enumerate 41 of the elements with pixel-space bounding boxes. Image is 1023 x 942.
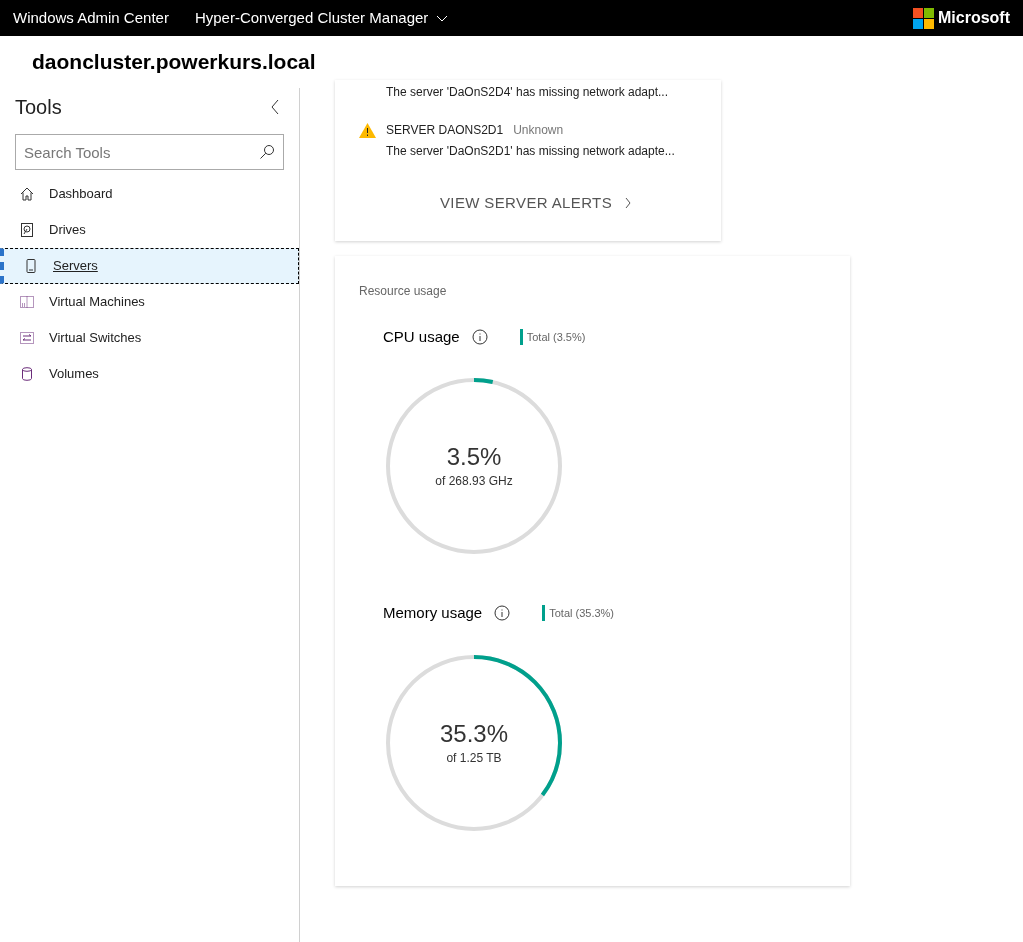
search-icon[interactable] — [259, 144, 275, 160]
sidebar-title: Tools — [15, 95, 62, 120]
warning-icon — [359, 123, 376, 138]
info-icon[interactable] — [494, 605, 511, 622]
server-icon — [23, 258, 39, 274]
gauge-value: 35.3% — [439, 718, 509, 749]
alert-title: SERVER DAONS2D1 — [386, 122, 504, 139]
tool-item[interactable]: Drives — [0, 212, 299, 248]
legend-marker — [519, 328, 523, 345]
gauge-title: Memory usage — [383, 603, 483, 623]
collapse-icon[interactable] — [269, 99, 281, 115]
cylinder-icon — [19, 366, 35, 382]
gauge-value: 3.5% — [446, 442, 502, 472]
tool-menu[interactable]: Hyper-Converged Cluster Manager — [194, 6, 449, 30]
legend-marker — [542, 605, 546, 622]
logo-icon — [913, 7, 934, 29]
tool-item[interactable]: Virtual Machines — [0, 284, 299, 320]
home-icon — [19, 186, 35, 202]
page-title: daoncluster.powerkurs.local — [32, 49, 316, 76]
view-alerts-link[interactable]: VIEW SERVER ALERTS — [439, 192, 633, 215]
gauge-title: CPU usage — [383, 326, 460, 347]
legend-label: Total (3.5%) — [526, 329, 586, 345]
tool-item[interactable]: Virtual Switches — [0, 320, 299, 356]
virtual-machine-icon — [19, 294, 35, 310]
search-field[interactable]: Search Tools — [15, 134, 284, 170]
alert-message: The server 'DaOnS2D4' has missing network adapt... — [386, 84, 669, 101]
tool-item[interactable]: Dashboard — [0, 176, 299, 212]
brand-name: Microsoft — [938, 8, 1010, 28]
tool-item[interactable]: Volumes — [0, 356, 299, 392]
virtual-switch-icon — [19, 330, 35, 346]
alert-status: Unknown — [513, 122, 564, 139]
alert-message: The server 'DaOnS2D1' has missing network adapte... — [386, 143, 675, 160]
app-title[interactable]: Windows Admin Center — [13, 6, 169, 30]
tool-item[interactable]: Servers — [0, 248, 299, 284]
legend-label: Total (35.3%) — [549, 606, 615, 621]
gauge-detail: of 268.93 GHz — [435, 473, 513, 490]
section-title: Resource usage — [359, 282, 448, 300]
chevron-right-icon — [624, 197, 633, 210]
drive-icon — [19, 222, 35, 238]
gauge-detail: of 1.25 TB — [446, 749, 502, 767]
info-icon[interactable] — [471, 328, 488, 345]
